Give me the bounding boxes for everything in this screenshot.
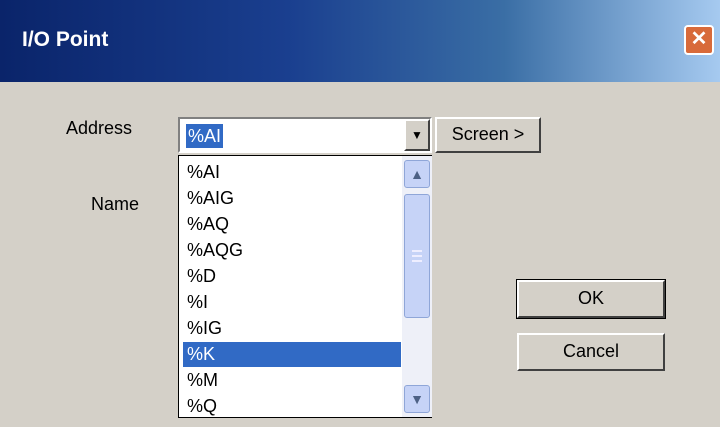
address-dropdown-list[interactable]: %AI %AIG %AQ %AQG %D %I %IG %K %M %Q	[178, 155, 432, 418]
list-item[interactable]: %AI	[183, 160, 401, 185]
name-label: Name	[91, 194, 140, 214]
dropdown-scrollbar[interactable]: ▲ ▼	[402, 156, 432, 417]
address-combobox[interactable]: %AI ▼	[178, 117, 432, 153]
scroll-up-button[interactable]: ▲	[404, 160, 430, 188]
scrollbar-thumb[interactable]	[404, 194, 430, 318]
list-item[interactable]: %Q	[183, 394, 401, 417]
combobox-dropdown-button[interactable]: ▼	[404, 119, 430, 151]
title-bar[interactable]: I/O Point ✕	[0, 0, 720, 82]
list-item[interactable]: %IG	[183, 316, 401, 341]
list-item[interactable]: %AQG	[183, 238, 401, 263]
list-item[interactable]: %D	[183, 264, 401, 289]
chevron-up-icon: ▲	[410, 166, 424, 182]
list-item[interactable]: %AQ	[183, 212, 401, 237]
close-icon: ✕	[690, 28, 708, 50]
list-item[interactable]: %I	[183, 290, 401, 315]
list-item[interactable]: %AIG	[183, 186, 401, 211]
window-title: I/O Point	[22, 28, 109, 51]
screen-button[interactable]: Screen >	[435, 117, 541, 153]
scroll-down-button[interactable]: ▼	[404, 385, 430, 413]
close-button[interactable]: ✕	[684, 25, 714, 55]
chevron-down-icon: ▼	[410, 391, 424, 407]
list-item-selected[interactable]: %K	[183, 342, 401, 367]
list-item[interactable]: %M	[183, 368, 401, 393]
address-label: Address	[66, 118, 133, 138]
address-combobox-value[interactable]: %AI	[186, 124, 224, 148]
grip-icon	[412, 250, 422, 262]
io-point-dialog: I/O Point ✕ Address Name %AI ▼ Screen > …	[0, 0, 720, 427]
chevron-down-icon: ▼	[411, 128, 423, 142]
cancel-button[interactable]: Cancel	[517, 333, 665, 371]
ok-button[interactable]: OK	[516, 279, 666, 319]
